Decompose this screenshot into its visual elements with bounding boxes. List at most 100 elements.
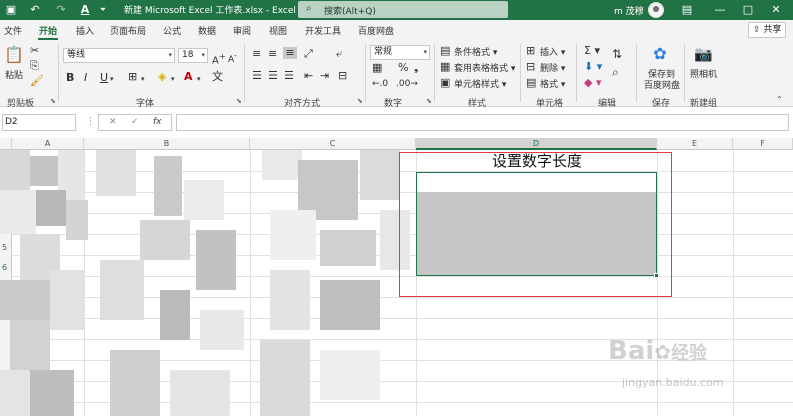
align-middle-icon[interactable]: ≡ — [268, 48, 277, 60]
tab-file[interactable]: 文件 — [4, 24, 22, 37]
enter-icon[interactable]: ✓ — [131, 117, 139, 127]
font-size-select[interactable]: 18 ▾ — [178, 48, 208, 63]
minimize-button[interactable]: — — [712, 2, 728, 18]
share-icon: ⇪ — [753, 25, 761, 35]
tab-page-layout[interactable]: 页面布局 — [110, 24, 146, 37]
align-bottom-icon[interactable]: ≡ — [283, 47, 297, 59]
tab-formulas[interactable]: 公式 — [163, 24, 181, 37]
avatar[interactable] — [648, 2, 664, 18]
wrap-text-icon[interactable]: ⤶ — [336, 48, 342, 60]
undo-icon[interactable]: ↶ — [28, 2, 42, 18]
autosum-icon[interactable]: Σ ▾ — [584, 45, 600, 57]
align-top-icon[interactable]: ≡ — [252, 48, 261, 60]
tab-review[interactable]: 审阅 — [233, 24, 251, 37]
decrease-indent-icon[interactable]: ⇤ — [304, 70, 313, 82]
baidu-netdisk-icon[interactable]: ✿ — [650, 44, 670, 64]
chevron-down-icon[interactable]: ▾ — [141, 73, 145, 85]
more-icon[interactable]: ⋮ — [86, 116, 95, 128]
decrease-font-icon[interactable]: A- — [228, 50, 237, 66]
insert-function-icon[interactable]: fx — [153, 117, 162, 127]
align-center-icon[interactable]: ☰ — [268, 70, 278, 82]
column-header-a[interactable]: A — [12, 138, 84, 150]
cut-icon[interactable]: ✂ — [30, 45, 39, 57]
camera-label[interactable]: 照相机 — [690, 67, 717, 80]
number-launcher-icon[interactable]: ⬊ — [426, 97, 432, 105]
share-button[interactable]: ⇪ 共享 — [748, 22, 786, 38]
chevron-down-icon[interactable]: ▾ — [197, 73, 201, 85]
tab-developer[interactable]: 开发工具 — [305, 24, 341, 37]
select-all-corner[interactable] — [0, 138, 12, 150]
orientation-icon[interactable]: ⤢ — [304, 48, 313, 60]
increase-font-icon[interactable]: A+ — [212, 50, 226, 67]
font-launcher-icon[interactable]: ⬊ — [236, 97, 242, 105]
column-header-d[interactable]: D — [416, 138, 657, 150]
clear-icon[interactable]: ◆ ▾ — [584, 77, 601, 89]
italic-icon[interactable]: I — [84, 72, 87, 84]
column-header-b[interactable]: B — [84, 138, 250, 150]
camera-icon[interactable]: 📷 — [694, 45, 713, 63]
cell-styles-button[interactable]: 单元格样式 ▾ — [454, 77, 506, 90]
paste-label[interactable]: 粘贴 — [5, 68, 23, 81]
close-button[interactable]: ✕ — [768, 2, 784, 18]
find-select-icon[interactable]: ⌕ — [612, 66, 619, 78]
search-box[interactable]: ⌕ 搜索(Alt+Q) — [298, 1, 508, 18]
format-cells-icon[interactable]: ▤ — [526, 77, 536, 89]
copy-icon[interactable]: ⎘ — [30, 60, 39, 72]
column-header-e[interactable]: E — [657, 138, 733, 150]
fill-color-icon[interactable]: ◈ — [158, 71, 166, 83]
table-format-button[interactable]: 套用表格格式 ▾ — [454, 61, 515, 74]
table-format-icon[interactable]: ▦ — [440, 61, 450, 73]
tab-baidu-netdisk[interactable]: 百度网盘 — [358, 24, 394, 37]
user-name[interactable]: m 茂穆 — [614, 4, 644, 17]
cancel-icon[interactable]: ✕ — [109, 117, 117, 127]
maximize-button[interactable]: □ — [740, 2, 756, 18]
merge-center-icon[interactable]: ⊟ — [338, 70, 347, 82]
font-name-select[interactable]: 等线 ▾ — [63, 48, 175, 63]
align-right-icon[interactable]: ☰ — [284, 70, 294, 82]
decrease-decimal-icon[interactable]: .00→ — [396, 78, 418, 90]
conditional-format-icon[interactable]: ▤ — [440, 45, 450, 57]
increase-decimal-icon[interactable]: ←.0 — [372, 78, 388, 90]
column-header-f[interactable]: F — [733, 138, 793, 150]
sort-filter-icon[interactable]: ⇅ — [612, 48, 622, 60]
font-color-icon[interactable]: A — [78, 2, 92, 18]
delete-cells-button[interactable]: 删除 ▾ — [540, 61, 565, 74]
number-format-select[interactable]: 常规 ▾ — [370, 45, 430, 60]
chevron-down-icon[interactable]: ▾ — [171, 73, 175, 85]
conditional-format-button[interactable]: 条件格式 ▾ — [454, 45, 497, 58]
delete-cells-icon[interactable]: ⊟ — [526, 61, 535, 73]
cell-styles-icon[interactable]: ▣ — [440, 77, 450, 89]
tab-insert[interactable]: 插入 — [76, 24, 94, 37]
ribbon-display-icon[interactable]: ▤ — [680, 2, 694, 18]
font-color-icon[interactable]: A — [184, 71, 193, 83]
bold-icon[interactable]: B — [66, 72, 74, 84]
increase-indent-icon[interactable]: ⇥ — [320, 70, 329, 82]
tab-view[interactable]: 视图 — [269, 24, 287, 37]
tab-home[interactable]: 开始 — [39, 24, 57, 37]
collapse-ribbon-icon[interactable]: ⌃ — [776, 94, 783, 106]
chevron-down-icon[interactable]: ▾ — [110, 73, 114, 85]
paste-icon[interactable]: 📋 — [4, 46, 24, 64]
currency-icon[interactable]: ▦ — [372, 62, 382, 74]
fill-icon[interactable]: ⬇ ▾ — [584, 61, 602, 73]
name-box[interactable]: D2 — [2, 114, 76, 131]
alignment-launcher-icon[interactable]: ⬊ — [357, 97, 363, 105]
tab-data[interactable]: 数据 — [198, 24, 216, 37]
align-left-icon[interactable]: ☰ — [252, 70, 262, 82]
customize-icon[interactable]: ⏷ — [98, 2, 108, 18]
clipboard-launcher-icon[interactable]: ⬊ — [50, 97, 56, 105]
comma-icon[interactable]: ❟ — [414, 62, 418, 74]
insert-cells-icon[interactable]: ⊞ — [526, 45, 535, 57]
format-cells-button[interactable]: 格式 ▾ — [540, 77, 565, 90]
redo-icon[interactable]: ↷ — [54, 2, 68, 18]
underline-icon[interactable]: U — [100, 72, 108, 84]
save-to-label-2[interactable]: 百度网盘 — [644, 78, 680, 91]
phonetic-icon[interactable]: 文 — [212, 71, 223, 83]
insert-cells-button[interactable]: 插入 ▾ — [540, 45, 565, 58]
border-icon[interactable]: ⊞ — [128, 71, 137, 83]
formula-input[interactable] — [176, 114, 789, 131]
save-icon[interactable]: ▣ — [4, 2, 18, 18]
format-painter-icon[interactable]: 🖌 — [30, 75, 44, 87]
column-header-c[interactable]: C — [250, 138, 416, 150]
percent-icon[interactable]: % — [398, 62, 408, 74]
